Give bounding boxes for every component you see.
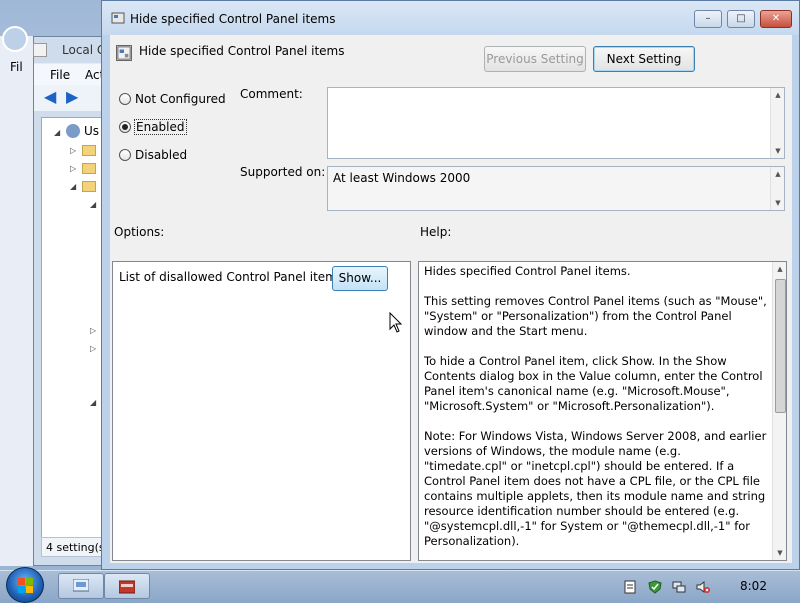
enabled-radio[interactable]: [119, 121, 131, 133]
clock[interactable]: 8:02: [740, 579, 767, 593]
scroll-down-icon[interactable]: ▼: [771, 196, 785, 210]
folder-open-icon: [82, 181, 96, 192]
policy-setting-dialog[interactable]: Hide specified Control Panel items – □ ✕…: [101, 0, 800, 570]
expand-icon[interactable]: ▷: [90, 326, 96, 335]
action-center-icon[interactable]: [623, 580, 637, 594]
help-scroll-thumb[interactable]: [775, 279, 786, 413]
background-window-title: Local G: [62, 43, 107, 57]
shield-check-icon[interactable]: [648, 580, 662, 594]
minimize-button[interactable]: –: [694, 10, 722, 28]
expand-icon[interactable]: ▷: [70, 164, 76, 173]
help-text: Hides specified Control Panel items. Thi…: [424, 264, 767, 560]
scroll-up-icon[interactable]: ▲: [773, 262, 786, 276]
mouse-cursor-icon: [389, 312, 403, 333]
menu-file[interactable]: File: [50, 68, 70, 82]
scroll-down-icon[interactable]: ▼: [773, 546, 786, 560]
scroll-up-icon[interactable]: ▲: [771, 167, 785, 181]
help-paragraph: Note: For Windows Vista, Windows Server …: [424, 429, 767, 548]
taskbar-app-group-policy[interactable]: [58, 573, 104, 599]
expand-icon[interactable]: ▷: [70, 146, 76, 155]
setting-header-title: Hide specified Control Panel items: [139, 44, 345, 58]
collapse-icon[interactable]: ◢: [90, 200, 96, 209]
supported-scrollbar[interactable]: ▲ ▼: [770, 167, 784, 210]
help-paragraph: This setting removes Control Panel items…: [424, 294, 767, 338]
disabled-label[interactable]: Disabled: [135, 148, 187, 162]
close-button[interactable]: ✕: [760, 10, 792, 28]
previous-setting-button[interactable]: Previous Setting: [484, 46, 586, 72]
background-window-edge: Fil: [0, 26, 33, 566]
start-button[interactable]: [6, 567, 44, 603]
background-menu-stub[interactable]: Fil: [10, 60, 23, 74]
control-panel-icon: [119, 580, 135, 594]
dialog-titlebar[interactable]: Hide specified Control Panel items – □ ✕: [102, 1, 799, 35]
back-circle-icon: [2, 26, 28, 52]
user-icon: [66, 124, 80, 138]
policy-editor-icon: [33, 43, 47, 57]
options-label: Options:: [114, 225, 165, 239]
taskbar: 8:02: [0, 567, 800, 603]
supported-on-label: Supported on:: [240, 165, 326, 179]
disallowed-items-label: List of disallowed Control Panel items: [119, 270, 344, 284]
taskbar-app-control-panel[interactable]: [104, 573, 150, 599]
collapse-icon[interactable]: ◢: [70, 182, 76, 191]
options-panel: List of disallowed Control Panel items S…: [112, 261, 411, 561]
volume-muted-icon[interactable]: [696, 580, 710, 594]
comment-field[interactable]: ▲ ▼: [327, 87, 785, 159]
supported-on-value: At least Windows 2000: [333, 171, 471, 185]
collapse-icon[interactable]: ◢: [90, 398, 96, 407]
show-button[interactable]: Show...: [332, 266, 388, 291]
not-configured-label[interactable]: Not Configured: [135, 92, 226, 106]
tree-root-label[interactable]: Us: [84, 124, 99, 138]
help-panel[interactable]: Hides specified Control Panel items. Thi…: [418, 261, 787, 561]
dialog-title: Hide specified Control Panel items: [130, 12, 336, 26]
network-icon[interactable]: [672, 580, 686, 594]
policy-setting-icon: [111, 12, 125, 24]
forward-arrow-icon[interactable]: ▶: [66, 89, 84, 106]
comment-label: Comment:: [240, 87, 303, 101]
maximize-button[interactable]: □: [727, 10, 755, 28]
windows-logo-icon: [18, 578, 33, 593]
setting-header-icon: [116, 45, 132, 61]
expand-icon[interactable]: ▷: [90, 344, 96, 353]
next-setting-button[interactable]: Next Setting: [593, 46, 695, 72]
enabled-label[interactable]: Enabled: [134, 119, 187, 135]
folder-icon: [82, 145, 96, 156]
not-configured-radio[interactable]: [119, 93, 131, 105]
disabled-radio[interactable]: [119, 149, 131, 161]
folder-icon: [82, 163, 96, 174]
back-arrow-icon[interactable]: ◀: [44, 89, 62, 106]
collapse-icon[interactable]: ◢: [54, 128, 60, 137]
group-policy-icon: [73, 579, 89, 592]
scroll-up-icon[interactable]: ▲: [771, 88, 785, 102]
help-scrollbar[interactable]: ▲ ▼: [772, 262, 786, 560]
help-paragraph: Hides specified Control Panel items.: [424, 264, 631, 278]
supported-on-field[interactable]: At least Windows 2000 ▲ ▼: [327, 166, 785, 211]
dialog-client: Hide specified Control Panel items Previ…: [110, 35, 792, 563]
help-paragraph: To hide a Control Panel item, click Show…: [424, 354, 763, 413]
help-label: Help:: [420, 225, 452, 239]
comment-scrollbar[interactable]: ▲ ▼: [770, 88, 784, 158]
scroll-down-icon[interactable]: ▼: [771, 144, 785, 158]
